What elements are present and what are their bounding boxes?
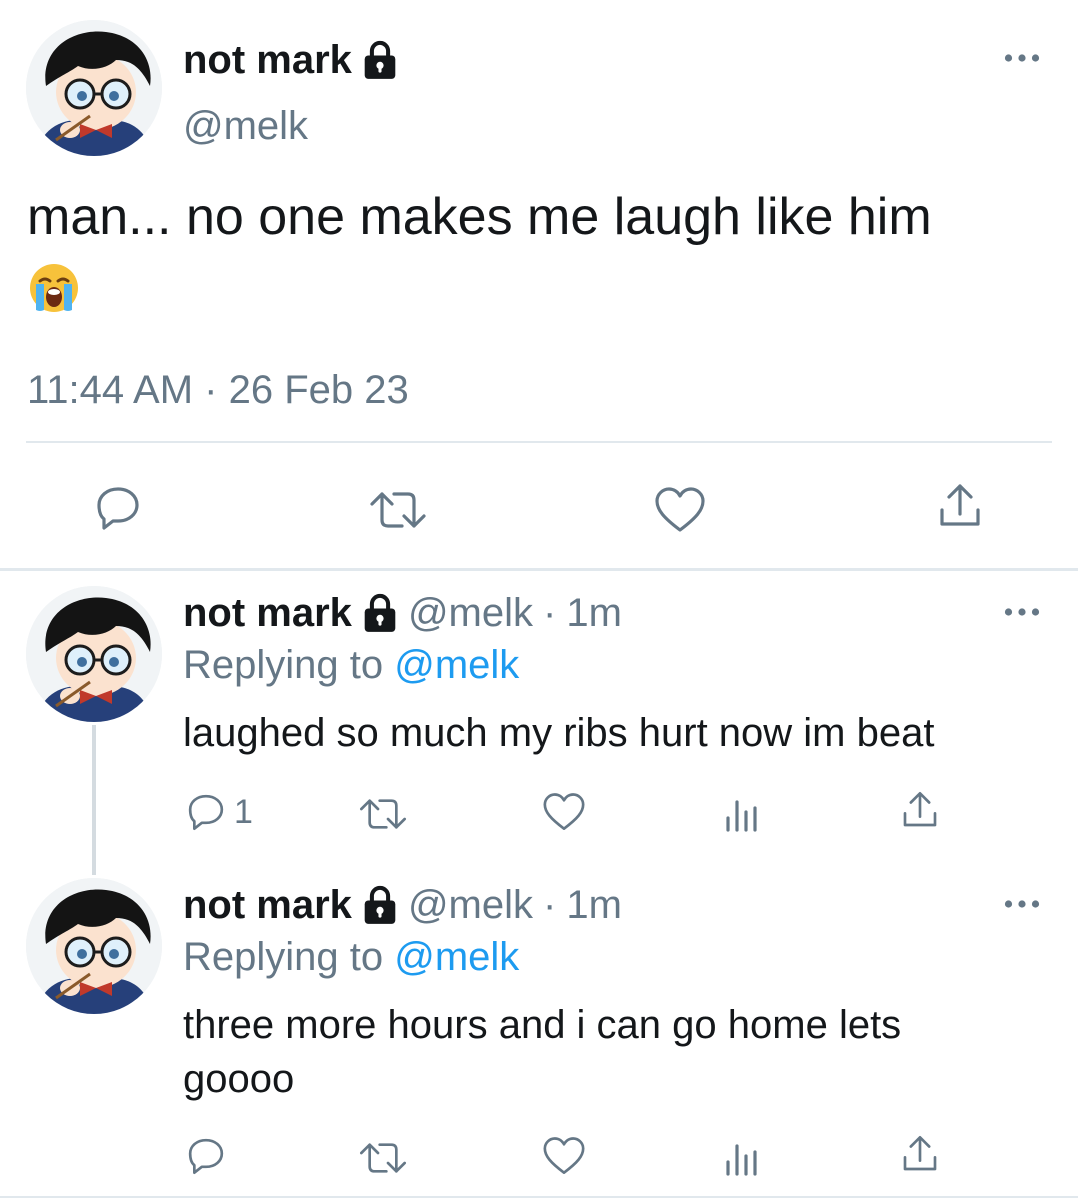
divider xyxy=(0,1196,1078,1198)
share-button[interactable] xyxy=(900,790,940,830)
share-icon xyxy=(936,482,984,530)
reply-count: 1 xyxy=(234,792,253,831)
analytics-icon xyxy=(722,1138,762,1178)
display-name[interactable]: not mark xyxy=(183,589,352,637)
like-button[interactable] xyxy=(654,486,706,534)
reply-button[interactable] xyxy=(94,484,142,532)
replying-to-handle[interactable]: @melk xyxy=(394,643,519,687)
retweet-button[interactable] xyxy=(358,1138,408,1178)
divider xyxy=(26,441,1052,443)
like-icon xyxy=(542,792,586,832)
analytics-button[interactable] xyxy=(722,1138,762,1178)
analytics-button[interactable] xyxy=(722,794,762,834)
handle[interactable]: @melk xyxy=(408,881,533,929)
divider xyxy=(0,568,1078,571)
separator: · xyxy=(543,883,557,927)
tweet-text: man... no one makes me laugh like him xyxy=(27,188,932,246)
like-icon xyxy=(542,1136,586,1176)
replying-to: Replying to @melk xyxy=(183,933,519,981)
more-options-icon[interactable] xyxy=(1004,604,1040,622)
loudly-crying-face-icon xyxy=(28,262,80,314)
display-name-row[interactable]: not mark xyxy=(183,36,398,84)
handle[interactable]: @melk xyxy=(183,102,308,150)
retweet-button[interactable] xyxy=(358,794,408,834)
reply-icon xyxy=(186,792,226,832)
reply-header: not mark @melk · 1m xyxy=(183,881,622,929)
lock-icon xyxy=(362,885,398,925)
like-icon xyxy=(654,486,706,534)
reply-icon xyxy=(186,1136,226,1176)
display-name[interactable]: not mark xyxy=(183,881,352,929)
retweet-icon xyxy=(358,794,408,834)
reply-button[interactable]: 1 xyxy=(186,792,253,832)
share-button[interactable] xyxy=(936,482,984,530)
retweet-icon xyxy=(358,1138,408,1178)
like-button[interactable] xyxy=(542,792,586,832)
share-icon xyxy=(900,1134,940,1174)
avatar[interactable] xyxy=(26,20,162,156)
tweet-age[interactable]: 1m xyxy=(566,881,622,929)
reply-icon xyxy=(94,484,142,532)
avatar[interactable] xyxy=(26,878,162,1014)
more-options-icon[interactable] xyxy=(1004,896,1040,914)
display-name[interactable]: not mark xyxy=(183,36,352,84)
tweet-text: laughed so much my ribs hurt now im beat xyxy=(183,711,935,755)
replying-to: Replying to @melk xyxy=(183,641,519,689)
tweet-age[interactable]: 1m xyxy=(566,589,622,637)
share-icon xyxy=(900,790,940,830)
avatar[interactable] xyxy=(26,586,162,722)
more-options-icon[interactable] xyxy=(1004,50,1040,68)
replying-to-label: Replying to xyxy=(183,935,384,979)
replying-to-handle[interactable]: @melk xyxy=(394,935,519,979)
lock-icon xyxy=(362,593,398,633)
analytics-icon xyxy=(722,794,762,834)
replying-to-label: Replying to xyxy=(183,643,384,687)
reply-header: not mark @melk · 1m xyxy=(183,589,622,637)
lock-icon xyxy=(362,40,398,80)
share-button[interactable] xyxy=(900,1134,940,1174)
reply-button[interactable] xyxy=(186,1136,226,1176)
like-button[interactable] xyxy=(542,1136,586,1176)
tweet-text: three more hours and i can go home lets … xyxy=(183,1003,902,1101)
retweet-icon xyxy=(368,486,428,534)
separator: · xyxy=(543,591,557,635)
tweet-timestamp[interactable]: 11:44 AM · 26 Feb 23 xyxy=(27,366,409,414)
retweet-button[interactable] xyxy=(368,486,428,534)
thread-line xyxy=(92,725,96,875)
handle[interactable]: @melk xyxy=(408,589,533,637)
